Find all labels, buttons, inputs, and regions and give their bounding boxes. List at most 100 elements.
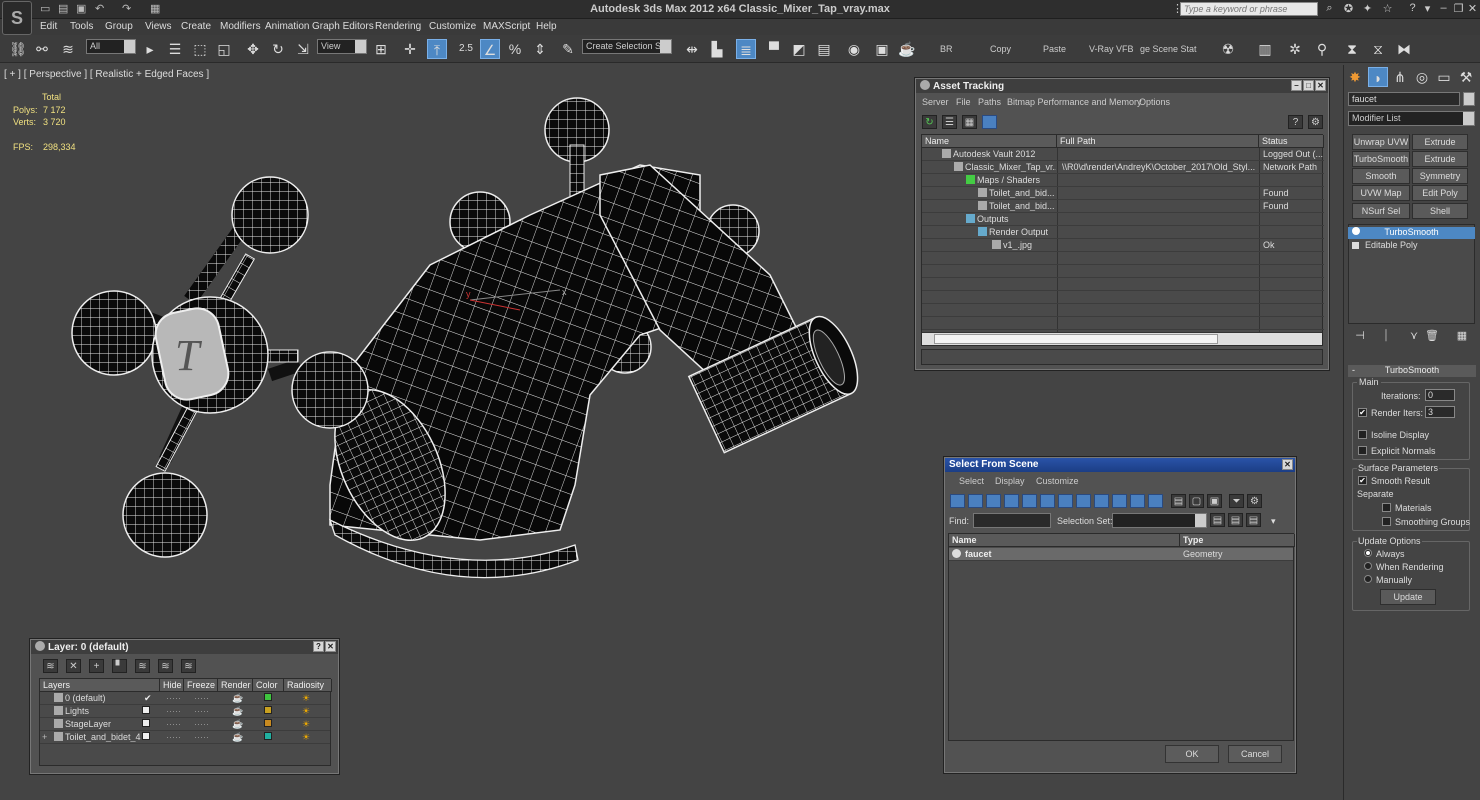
- sfs-menu-customize[interactable]: Customize: [1036, 476, 1079, 486]
- layer-render-teapot-icon[interactable]: ☕: [232, 693, 243, 704]
- layer-freeze-toggle[interactable]: ·····: [194, 732, 209, 742]
- cancel-button[interactable]: Cancel: [1228, 745, 1282, 763]
- layer-color-swatch[interactable]: [264, 706, 272, 716]
- explicit-normals-checkbox[interactable]: [1358, 446, 1367, 455]
- remove-modifier-icon[interactable]: 🗑: [1422, 326, 1442, 346]
- select-by-name-icon[interactable]: ☰: [165, 39, 185, 59]
- undo-icon[interactable]: ↶: [95, 2, 104, 15]
- pivot-icon[interactable]: ⊞: [371, 39, 391, 59]
- layer-render-teapot-icon[interactable]: ☕: [232, 732, 243, 743]
- layer-radiosity-icon[interactable]: ☀: [302, 693, 310, 704]
- rotate-icon[interactable]: ↻: [268, 39, 288, 59]
- filter-settings-icon[interactable]: ⚙: [1247, 494, 1262, 508]
- asset-help-icon[interactable]: ?: [1288, 115, 1303, 129]
- filter-groups-icon[interactable]: [1058, 494, 1073, 508]
- asset-settings-icon[interactable]: ⚙: [1308, 115, 1323, 129]
- curve-editor-icon[interactable]: ◩: [789, 39, 809, 59]
- layer-hide-toggle[interactable]: ·····: [166, 706, 181, 716]
- br-button[interactable]: BR: [940, 44, 953, 54]
- render-iters-checkbox[interactable]: ✔: [1358, 408, 1367, 417]
- filter-spacewarps-icon[interactable]: [1040, 494, 1055, 508]
- scene-object-row[interactable]: faucet Geometry: [949, 548, 1293, 561]
- layer-col-color[interactable]: Color: [253, 679, 284, 692]
- selection-filter-dropdown[interactable]: All: [86, 39, 136, 54]
- menu-modifiers[interactable]: Modifiers: [220, 21, 261, 32]
- smoothing-groups-checkbox[interactable]: [1382, 517, 1391, 526]
- menu-tools[interactable]: Tools: [70, 21, 93, 32]
- menu-help[interactable]: Help: [536, 21, 557, 32]
- modifier-btn-unwrap-uvw[interactable]: Unwrap UVW: [1352, 134, 1410, 150]
- named-selection-dropdown[interactable]: Create Selection Se: [582, 39, 672, 54]
- layer-freeze-toggle[interactable]: ·····: [194, 719, 209, 729]
- manipulate-icon[interactable]: ✛: [400, 39, 420, 59]
- maximize-icon[interactable]: ❐: [1451, 2, 1466, 16]
- modifier-btn-shell[interactable]: Shell: [1412, 203, 1468, 219]
- layer-hide-toggle[interactable]: ·····: [166, 693, 181, 703]
- align-icon[interactable]: ▙: [707, 39, 727, 59]
- delete-layer-icon[interactable]: ✕: [66, 659, 81, 673]
- project-icon[interactable]: ▦: [150, 2, 160, 15]
- layer-row[interactable]: + Toilet_and_bidet_4 ····· ····· ☕ ☀: [40, 731, 330, 744]
- layer-hide-toggle[interactable]: ·····: [166, 732, 181, 742]
- stack-item-editable-poly[interactable]: Editable Poly: [1348, 240, 1475, 252]
- selset-remove-icon[interactable]: ▤: [1246, 513, 1261, 527]
- layer-row[interactable]: Lights ····· ····· ☕ ☀: [40, 705, 330, 718]
- search-icon[interactable]: ⌕: [1322, 2, 1337, 16]
- redo-icon[interactable]: ↷: [122, 2, 131, 15]
- snap-toggle[interactable]: 2.5: [456, 39, 476, 59]
- modifier-btn-symmetry[interactable]: Symmetry: [1412, 168, 1468, 184]
- modifier-list-dropdown[interactable]: Modifier List: [1348, 111, 1475, 126]
- paste-button[interactable]: Paste: [1043, 44, 1066, 54]
- ok-button[interactable]: OK: [1165, 745, 1219, 763]
- bind-spacewarp-icon[interactable]: ≋: [58, 39, 78, 59]
- asset-row[interactable]: Autodesk Vault 2012 Logged Out (...: [922, 148, 1324, 161]
- layer-close-button[interactable]: ✕: [325, 641, 336, 652]
- menu-graph-editors[interactable]: Graph Editors: [312, 21, 374, 32]
- layer-color-swatch[interactable]: [264, 693, 272, 703]
- asset-menu-server[interactable]: Server: [922, 97, 949, 107]
- minimize-icon[interactable]: –: [1436, 2, 1451, 16]
- open-file-icon[interactable]: ▤: [58, 2, 68, 15]
- object-color-swatch[interactable]: [1463, 92, 1475, 106]
- ribbon-icon[interactable]: ▀: [764, 39, 784, 59]
- menu-group[interactable]: Group: [105, 21, 133, 32]
- material-editor-icon[interactable]: ◉: [844, 39, 864, 59]
- grid-view-icon[interactable]: [982, 115, 997, 129]
- rect-selection-icon[interactable]: ⬚: [190, 39, 210, 59]
- layer-color-swatch[interactable]: [264, 719, 272, 729]
- table-view-icon[interactable]: ▦: [962, 115, 977, 129]
- scrollbar-thumb[interactable]: [934, 334, 1218, 344]
- asset-menu-paths[interactable]: Paths: [978, 97, 1001, 107]
- asset-row[interactable]: Render Output: [922, 226, 1324, 239]
- asset-menu-file[interactable]: File: [956, 97, 971, 107]
- hierarchy-tab-icon[interactable]: ⋔: [1390, 67, 1410, 87]
- menu-maxscript[interactable]: MAXScript: [483, 21, 530, 32]
- select-object-icon[interactable]: ▸: [140, 39, 160, 59]
- sfs-col-name[interactable]: Name: [949, 534, 1180, 547]
- select-from-scene-titlebar[interactable]: Select From Scene ✕: [945, 458, 1295, 472]
- selection-set-dropdown[interactable]: [1112, 513, 1207, 528]
- hide-all-layers-icon[interactable]: ≋: [158, 659, 173, 673]
- asset-row[interactable]: Outputs: [922, 213, 1324, 226]
- horizontal-scrollbar[interactable]: [922, 332, 1322, 345]
- select-none-icon[interactable]: ▢: [1189, 494, 1204, 508]
- select-layer-objects-icon[interactable]: ▘: [112, 659, 127, 673]
- help-dropdown-icon[interactable]: ▾: [1420, 2, 1435, 16]
- layer-row[interactable]: 0 (default) ✔ ····· ····· ☕ ☀: [40, 692, 330, 705]
- menu-animation[interactable]: Animation: [265, 21, 309, 32]
- filter-cameras-icon[interactable]: [1004, 494, 1019, 508]
- show-end-result-icon[interactable]: ⏐: [1376, 326, 1396, 346]
- percent-snap-icon[interactable]: %: [505, 39, 525, 59]
- move-icon[interactable]: ✥: [243, 39, 263, 59]
- asset-close-button[interactable]: ✕: [1315, 80, 1326, 91]
- menu-customize[interactable]: Customize: [429, 21, 476, 32]
- create-layer-icon[interactable]: ≋: [43, 659, 58, 673]
- layer-freeze-toggle[interactable]: ·····: [194, 706, 209, 716]
- menu-rendering[interactable]: Rendering: [375, 21, 421, 32]
- asset-col-status[interactable]: Status: [1259, 135, 1324, 148]
- active-layer-check[interactable]: ✔: [144, 693, 152, 704]
- modifier-btn-turbosmooth[interactable]: TurboSmooth: [1352, 151, 1410, 167]
- sfs-menu-display[interactable]: Display: [995, 476, 1025, 486]
- copy-button[interactable]: Copy: [990, 44, 1011, 54]
- asset-col-path[interactable]: Full Path: [1057, 135, 1259, 148]
